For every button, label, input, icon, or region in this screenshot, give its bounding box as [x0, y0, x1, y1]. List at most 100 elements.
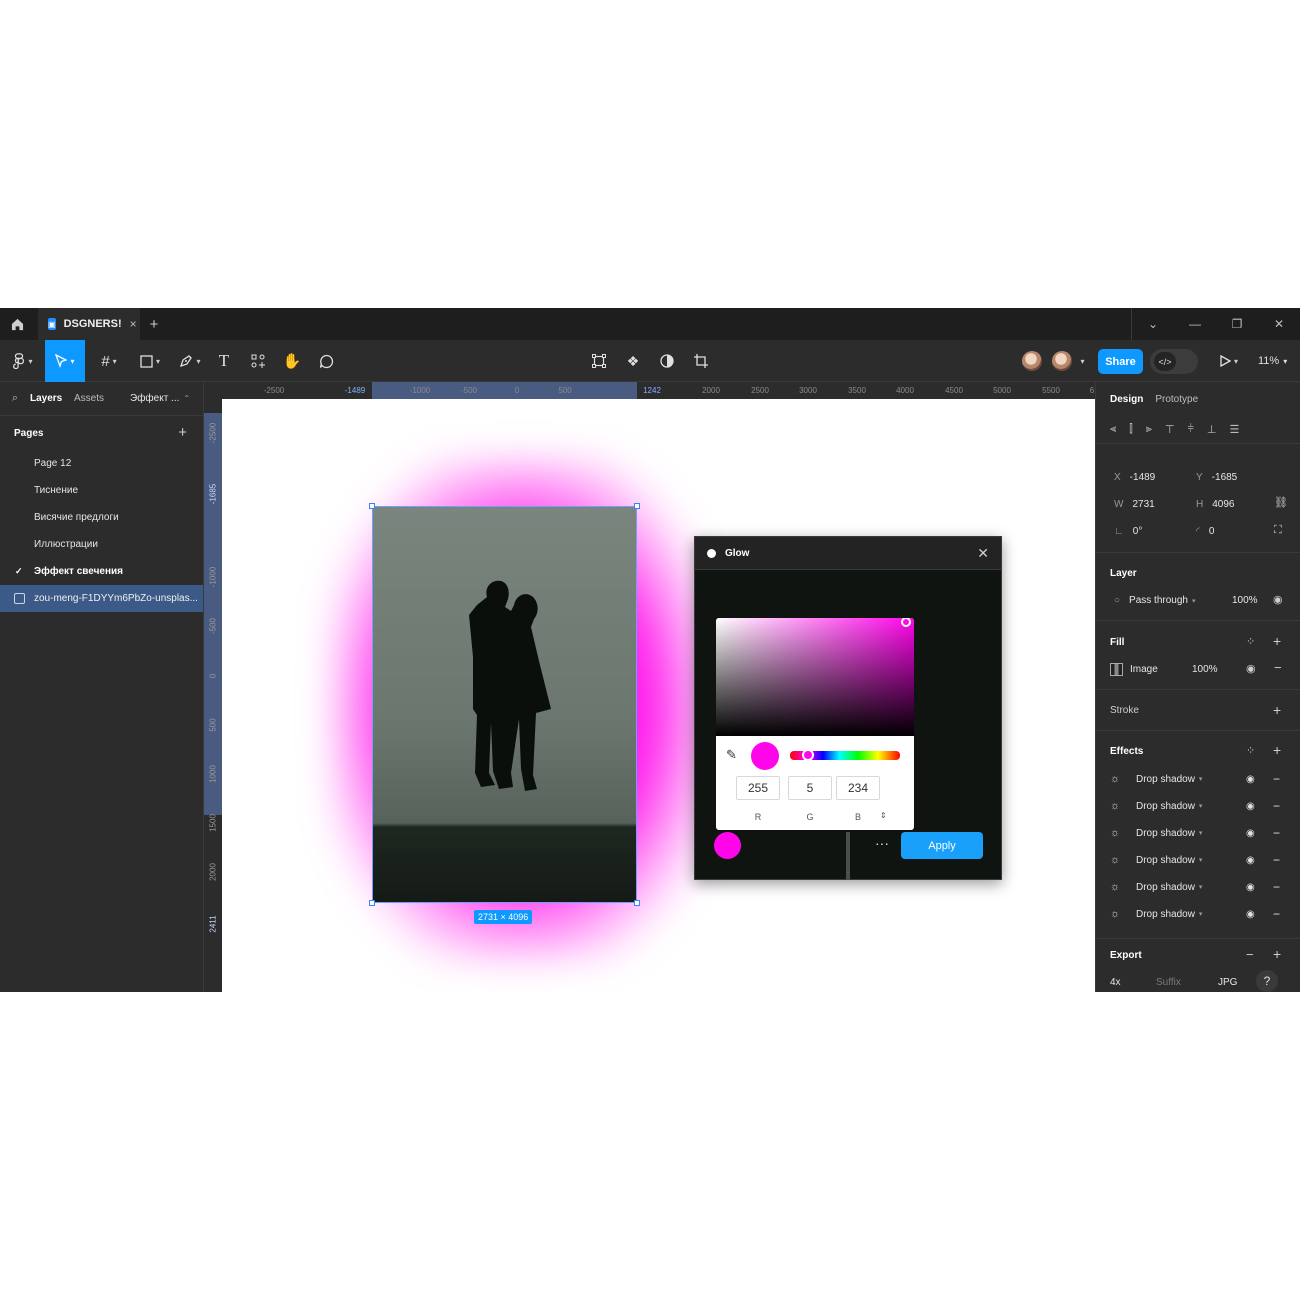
rotation-field[interactable]: ∟ 0° [1114, 526, 1142, 537]
align-top-icon[interactable]: ⊤ [1165, 423, 1175, 436]
align-right-icon[interactable]: ⫸ [1146, 423, 1152, 436]
dev-mode-toggle[interactable]: </> [1150, 349, 1198, 374]
align-left-icon[interactable]: ⫷ [1110, 423, 1116, 436]
color-mode-toggle-icon[interactable]: ⇕ [880, 811, 887, 820]
chevron-up-icon[interactable]: ⌃ [183, 394, 190, 403]
restore-icon[interactable]: ❐ [1216, 308, 1258, 340]
hand-tool-button[interactable]: ✋ [280, 340, 304, 382]
resources-button[interactable] [246, 340, 270, 382]
page-item[interactable]: Иллюстрации [0, 531, 203, 558]
eye-icon[interactable]: ◉ [1273, 593, 1283, 606]
eye-icon[interactable]: ◉ [1246, 774, 1255, 785]
page-item[interactable]: Висячие предлоги [0, 504, 203, 531]
remove-fill-icon[interactable]: − [1274, 660, 1282, 675]
tab-assets[interactable]: Assets [74, 393, 130, 404]
chevron-down-icon[interactable]: ⌄ [1132, 308, 1174, 340]
hue-slider-knob[interactable] [802, 749, 814, 761]
effect-row[interactable]: ☼ Drop shadow ▾ ◉ − [1110, 904, 1290, 924]
hue-slider[interactable] [790, 749, 900, 761]
eye-icon[interactable]: ◉ [1246, 662, 1256, 675]
remove-effect-icon[interactable]: − [1273, 826, 1280, 840]
tab-layers[interactable]: Layers [30, 393, 74, 404]
search-icon[interactable]: ⌕ [0, 392, 30, 405]
align-middle-icon[interactable]: ⫩ [1188, 423, 1194, 436]
file-tab[interactable]: ▣ DSGNERS! × [38, 308, 140, 340]
export-format[interactable]: JPG [1218, 977, 1237, 988]
effect-row[interactable]: ☼ Drop shadow ▾ ◉ − [1110, 850, 1290, 870]
styles-grid-icon[interactable]: ⁘ [1246, 744, 1255, 757]
effect-settings-icon[interactable]: ☼ [1110, 908, 1136, 920]
eye-icon[interactable]: ◉ [1246, 882, 1255, 893]
crop-button[interactable] [690, 340, 712, 382]
page-item-current[interactable]: ✓ Эффект свечения [0, 558, 203, 585]
styles-grid-icon[interactable]: ⁘ [1246, 635, 1255, 648]
help-button[interactable]: ? [1256, 970, 1278, 992]
width-field[interactable]: W 2731 [1114, 499, 1155, 510]
tab-prototype[interactable]: Prototype [1155, 394, 1198, 405]
add-page-icon[interactable]: + [178, 424, 187, 441]
remove-effect-icon[interactable]: − [1273, 853, 1280, 867]
eye-icon[interactable]: ◉ [1246, 909, 1255, 920]
eye-icon[interactable]: ◉ [1246, 828, 1255, 839]
effect-settings-icon[interactable]: ☼ [1110, 773, 1136, 785]
x-field[interactable]: X -1489 [1114, 472, 1155, 483]
mask-button[interactable] [656, 340, 678, 382]
eye-icon[interactable]: ◉ [1246, 801, 1255, 812]
corner-radius-field[interactable]: ◜ 0 [1196, 526, 1214, 537]
avatar[interactable] [1052, 351, 1072, 371]
effect-settings-icon[interactable]: ☼ [1110, 800, 1136, 812]
home-icon[interactable] [0, 308, 34, 340]
remove-effect-icon[interactable]: − [1273, 799, 1280, 813]
saturation-value-area[interactable] [716, 618, 914, 736]
avatar[interactable] [1022, 351, 1042, 371]
tab-design[interactable]: Design [1110, 394, 1143, 405]
export-scale[interactable]: 4x [1110, 977, 1121, 988]
effect-row[interactable]: ☼ Drop shadow ▾ ◉ − [1110, 823, 1290, 843]
export-suffix-input[interactable]: Suffix [1156, 977, 1181, 988]
more-options-icon[interactable]: ··· [875, 835, 889, 851]
page-dropdown[interactable]: Эффект ... [130, 393, 179, 404]
minimize-icon[interactable]: — [1174, 308, 1216, 340]
blue-input[interactable]: 234 [836, 776, 880, 800]
zoom-menu[interactable]: 11% ▾ [1258, 340, 1287, 382]
constrain-proportions-icon[interactable]: ⛓ [1274, 496, 1288, 509]
effect-row[interactable]: ☼ Drop shadow ▾ ◉ − [1110, 769, 1290, 789]
effect-settings-icon[interactable]: ☼ [1110, 881, 1136, 893]
remove-effect-icon[interactable]: − [1273, 880, 1280, 894]
distribute-icon[interactable]: ☰ [1229, 423, 1239, 436]
eyedropper-icon[interactable]: ✎ [726, 747, 737, 763]
effect-row[interactable]: ☼ Drop shadow ▾ ◉ − [1110, 877, 1290, 897]
page-item[interactable]: Тиснение [0, 477, 203, 504]
comment-tool-button[interactable] [314, 340, 338, 382]
effect-settings-icon[interactable]: ☼ [1110, 854, 1136, 866]
green-input[interactable]: 5 [788, 776, 832, 800]
y-field[interactable]: Y -1685 [1196, 472, 1237, 483]
image-fill-swatch[interactable] [1110, 663, 1123, 676]
layer-opacity[interactable]: 100% [1232, 595, 1258, 606]
resize-handle[interactable] [634, 503, 640, 509]
align-bottom-icon[interactable]: ⊥ [1207, 423, 1217, 436]
color-picker-knob[interactable] [901, 618, 911, 627]
text-tool-button[interactable]: T [212, 340, 236, 382]
frame-tool-button[interactable]: # ▾ [94, 340, 124, 382]
resize-handle[interactable] [634, 900, 640, 906]
close-tab-icon[interactable]: × [130, 317, 137, 331]
fill-opacity[interactable]: 100% [1192, 664, 1218, 675]
height-field[interactable]: H 4096 [1196, 499, 1234, 510]
resize-handle[interactable] [369, 503, 375, 509]
add-export-icon[interactable]: + [1273, 946, 1281, 962]
new-tab-button[interactable]: + [140, 316, 168, 333]
add-effect-icon[interactable]: + [1273, 742, 1281, 758]
main-menu-button[interactable]: ▾ [6, 340, 40, 382]
glow-color-swatch[interactable] [714, 832, 741, 859]
page-item[interactable]: Page 12 [0, 450, 203, 477]
remove-export-icon[interactable]: − [1246, 947, 1254, 962]
present-button[interactable]: ▾ [1214, 340, 1244, 382]
resize-handle[interactable] [369, 900, 375, 906]
close-icon[interactable]: ✕ [977, 545, 989, 562]
shape-tool-button[interactable]: ▾ [135, 340, 165, 382]
layer-item-image[interactable]: zou-meng-F1DYYm6PbZo-unsplas... [0, 585, 203, 612]
apply-button[interactable]: Apply [901, 832, 983, 859]
independent-corners-icon[interactable]: ⛶ [1274, 524, 1282, 537]
frame-selection-button[interactable] [588, 340, 610, 382]
